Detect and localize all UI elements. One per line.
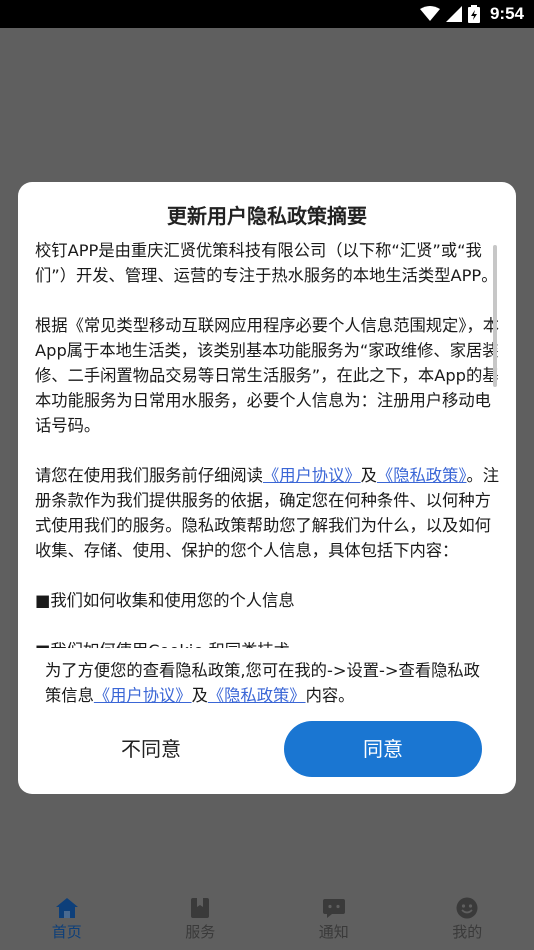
status-bar: 9:54 [0, 0, 534, 28]
user-agreement-link[interactable]: 《用户协议》 [263, 466, 361, 485]
footer-text-2: 及 [191, 686, 208, 705]
bookmark-icon [191, 897, 210, 918]
tab-notice[interactable]: 通知 [267, 888, 401, 950]
policy-bullet-2: ■我们如何使用Cookie 和同类技术 [35, 638, 501, 648]
scrollbar-thumb[interactable] [493, 245, 497, 387]
dialog-title: 更新用户隐私政策摘要 [167, 204, 367, 228]
policy-paragraph-3: 请您在使用我们服务前仔细阅读《用户协议》及《隐私政策》。注册条款作为我们提供服务… [35, 463, 501, 563]
privacy-dialog: 更新用户隐私政策摘要 校钉APP是由重庆汇贤优策科技有限公司（以下称“汇贤”或“… [18, 182, 516, 794]
tab-mine[interactable]: 我的 [401, 888, 534, 950]
tab-home[interactable]: 首页 [0, 888, 134, 950]
status-time: 9:54 [489, 4, 524, 23]
footer-text-3: 内容。 [305, 686, 355, 705]
bottom-tab-bar: 首页 服务 通知 我的 [0, 888, 534, 950]
paragraph-3-text-1: 请您在使用我们服务前仔细阅读 [35, 466, 263, 485]
footer-user-agreement-link[interactable]: 《用户协议》 [94, 686, 192, 705]
policy-bullet-1: ■我们如何收集和使用您的个人信息 [35, 591, 295, 610]
disagree-button[interactable]: 不同意 [66, 722, 236, 776]
tab-service-label: 服务 [185, 922, 216, 941]
footer-privacy-policy-link[interactable]: 《隐私政策》 [208, 686, 306, 705]
message-icon [322, 898, 345, 918]
agree-button[interactable]: 同意 [284, 721, 482, 777]
policy-paragraph-1: 校钉APP是由重庆汇贤优策科技有限公司（以下称“汇贤”或“我们”）开发、管理、运… [35, 241, 498, 285]
privacy-policy-link[interactable]: 《隐私政策》 [377, 466, 467, 485]
tab-service[interactable]: 服务 [134, 888, 268, 950]
policy-scroll-area[interactable]: 校钉APP是由重庆汇贤优策科技有限公司（以下称“汇贤”或“我们”）开发、管理、运… [35, 238, 501, 648]
tab-home-label: 首页 [51, 922, 82, 941]
wifi-icon [419, 6, 440, 21]
tab-mine-label: 我的 [452, 922, 483, 941]
paragraph-3-text-2: 及 [360, 466, 377, 485]
tab-notice-label: 通知 [318, 922, 349, 941]
smiley-icon [456, 897, 478, 918]
battery-icon [467, 5, 480, 23]
home-icon [55, 897, 78, 918]
policy-paragraph-2: 根据《常见类型移动互联网应用程序必要个人信息范围规定》，本App属于本地生活类，… [35, 316, 500, 435]
dialog-footer-note: 为了方便您的查看隐私政策,您可在我的->设置->查看隐私政策信息《用户协议》及《… [45, 658, 495, 708]
cell-signal-icon [445, 6, 462, 22]
